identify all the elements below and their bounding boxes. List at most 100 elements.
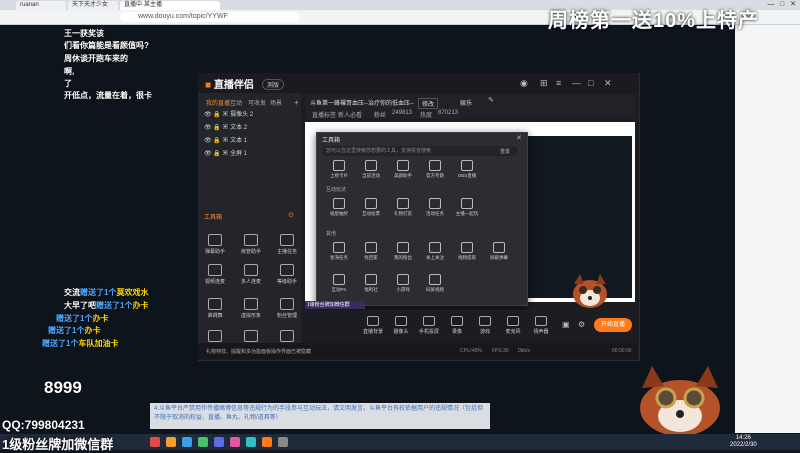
tool-extra[interactable] (276, 330, 298, 344)
dialog-tool[interactable]: 主播一起玩 (454, 198, 480, 217)
tool-danmu[interactable]: 弹幕助手 (204, 234, 226, 255)
fps: FPS:30 (492, 348, 509, 354)
tag-value[interactable]: 新人必看 (338, 110, 362, 119)
close-icon[interactable]: ✕ (604, 78, 612, 89)
source-item[interactable]: 👁 🔒 ▣ 摄像头 2 (204, 110, 253, 120)
dialog-tool[interactable]: 福星抽奖 (326, 198, 352, 217)
app-icon[interactable] (214, 437, 224, 447)
settings-icon[interactable]: ⊙ (288, 211, 294, 219)
dialog-tool[interactable]: 活动任务 (422, 198, 448, 217)
dialog-tool[interactable]: OBS直播 (454, 160, 480, 179)
browser-tab-active[interactable]: 直播中·某主播 (120, 1, 220, 10)
app-icon[interactable] (262, 437, 272, 447)
tab-send[interactable]: 可收发 (248, 98, 266, 107)
tool-fans[interactable]: 粉丝管理 (276, 298, 298, 319)
dialog-tool[interactable]: 同屏视频 (422, 274, 448, 293)
source-item[interactable]: 👁 🔒 ▣ 文本 1 (204, 136, 247, 146)
edit-title-button[interactable]: 修改 (418, 98, 439, 109)
fan-group-text: 1级粉丝牌加微信群 (2, 437, 114, 452)
fans-count: 249813 (392, 110, 413, 116)
tab-scene[interactable]: 场景 (270, 98, 282, 107)
app-logo: ■ 直播伴侣 (205, 80, 254, 91)
section-label: 其他 (326, 231, 337, 237)
dialog-tool[interactable]: 星海任务 (326, 242, 352, 261)
app-icon[interactable] (150, 437, 160, 447)
tool-room-admin[interactable]: 房管助手 (240, 234, 262, 255)
taskbar (0, 434, 800, 450)
gift-line: 赠送了1个办卡 (56, 314, 109, 323)
app-icon[interactable] (230, 437, 240, 447)
live-timer: 00:00:00 (612, 348, 632, 354)
avatar-icon[interactable]: ◉ (520, 78, 528, 89)
browser-tab[interactable]: 天下天才少女 (68, 1, 118, 10)
source-item[interactable]: 👁 🔒 ▣ 全屏 1 (204, 149, 247, 159)
dialog-tool[interactable]: 互动投票 (358, 198, 384, 217)
tool-phone-cast[interactable]: 手机投屏 (418, 316, 440, 335)
weekly-banner: 周榜第一送10%上特产 (548, 10, 760, 32)
tool-record[interactable]: 录像 (446, 316, 468, 335)
tool-level[interactable]: 等级助手 (276, 264, 298, 285)
tool-multi-link[interactable]: 多人连麦 (240, 264, 262, 285)
add-icon[interactable]: + (294, 98, 299, 107)
source-item[interactable]: 👁 🔒 ▣ 文本 2 (204, 123, 247, 133)
dialog-tool[interactable]: 礼物打赏 (390, 198, 416, 217)
tool-camera[interactable]: 摄像头 (390, 316, 412, 335)
close-button[interactable]: ✕ (788, 1, 798, 9)
phone-number: 8999 (44, 378, 82, 397)
app-icon[interactable] (278, 437, 288, 447)
tool-video-link[interactable]: 视频连麦 (204, 264, 226, 285)
app-icon[interactable] (246, 437, 256, 447)
gear-icon[interactable]: ⚙ (578, 320, 585, 329)
dialog-tool[interactable]: 我的粉丝 (390, 242, 416, 261)
dialog-tool[interactable]: 关上关注 (422, 242, 448, 261)
dialog-tool[interactable]: 找回家 (358, 242, 384, 261)
dialog-tool[interactable]: 上榜卡片 (326, 160, 352, 179)
qq-number: QQ:799804231 (2, 418, 85, 432)
toolbox-label: 工具箱 (204, 215, 223, 221)
tool-background[interactable]: 直播背景 (362, 316, 384, 335)
tool-avatar[interactable]: 虚拟形象 (240, 298, 262, 319)
toolbox-search-input[interactable]: 您可以在这里搜索您想要的工具，支持拼音搜索 (322, 146, 518, 156)
app-icon[interactable] (166, 437, 176, 447)
menu-icon[interactable]: ≡ (556, 78, 561, 88)
version-badge: 测版 (262, 79, 285, 90)
minimize-icon[interactable]: — (572, 78, 581, 88)
tool-task[interactable]: 主播任务 (276, 234, 298, 255)
camera-icon[interactable]: ▣ (562, 320, 570, 329)
dialog-tool[interactable]: 福利社 (358, 274, 384, 293)
status-text: 礼物特效、提醒和多功能面板操作界面已被隐藏 (206, 349, 312, 355)
tool-speaker[interactable]: 扬声器 (530, 316, 552, 335)
tab-interact[interactable]: 互动 (230, 98, 242, 107)
fan-group-strip: 1级粉丝牌加微信群 (305, 301, 365, 309)
app-icon[interactable] (182, 437, 192, 447)
dialog-tool[interactable]: 官方专题 (422, 160, 448, 179)
grid-icon[interactable]: ⊞ (540, 78, 548, 89)
reset-button[interactable]: 重置 (500, 148, 510, 155)
chat-line: 啊, (64, 67, 75, 76)
app-icon[interactable] (198, 437, 208, 447)
live-tag-label: 直播标签 (312, 113, 337, 119)
tool-game[interactable]: 游戏 (474, 316, 496, 335)
dialog-tool[interactable]: 小游戏 (390, 274, 416, 293)
tab-my-live[interactable]: 我的直播 (206, 98, 230, 107)
dialog-tool[interactable]: 美颜助手 (390, 160, 416, 179)
tool-dance[interactable]: 谁跳舞 (204, 298, 226, 319)
dialog-tool[interactable]: 视频提取 (454, 242, 480, 261)
taskbar-clock: 14:26 2022/2/30 (730, 435, 757, 448)
chat-line: 们看你篇能是看颜值吗? (64, 41, 149, 50)
tool-extra[interactable] (240, 330, 262, 344)
url-input[interactable]: www.douyu.com/topic/YYWF (120, 12, 300, 22)
gift-line: 大早了吧赠送了1个办卡 (64, 301, 149, 310)
browser-tab[interactable]: ruanan (16, 1, 66, 10)
minimize-button[interactable]: — (766, 1, 776, 9)
dialog-tool[interactable]: 屏蔽弹幕 (486, 242, 512, 261)
maximize-button[interactable]: □ (777, 1, 787, 9)
maximize-icon[interactable]: □ (588, 78, 593, 88)
edit-icon[interactable]: ✎ (488, 96, 494, 104)
dialog-tool[interactable]: 互动PK (326, 274, 352, 293)
dialog-tool[interactable]: 当前活动 (358, 160, 384, 179)
fans-label: 粉丝 (374, 113, 387, 119)
tool-mic[interactable]: 麦克风 (502, 316, 524, 335)
dialog-close-icon[interactable]: ✕ (516, 134, 522, 142)
go-live-button[interactable]: 开始直播 (594, 318, 632, 332)
